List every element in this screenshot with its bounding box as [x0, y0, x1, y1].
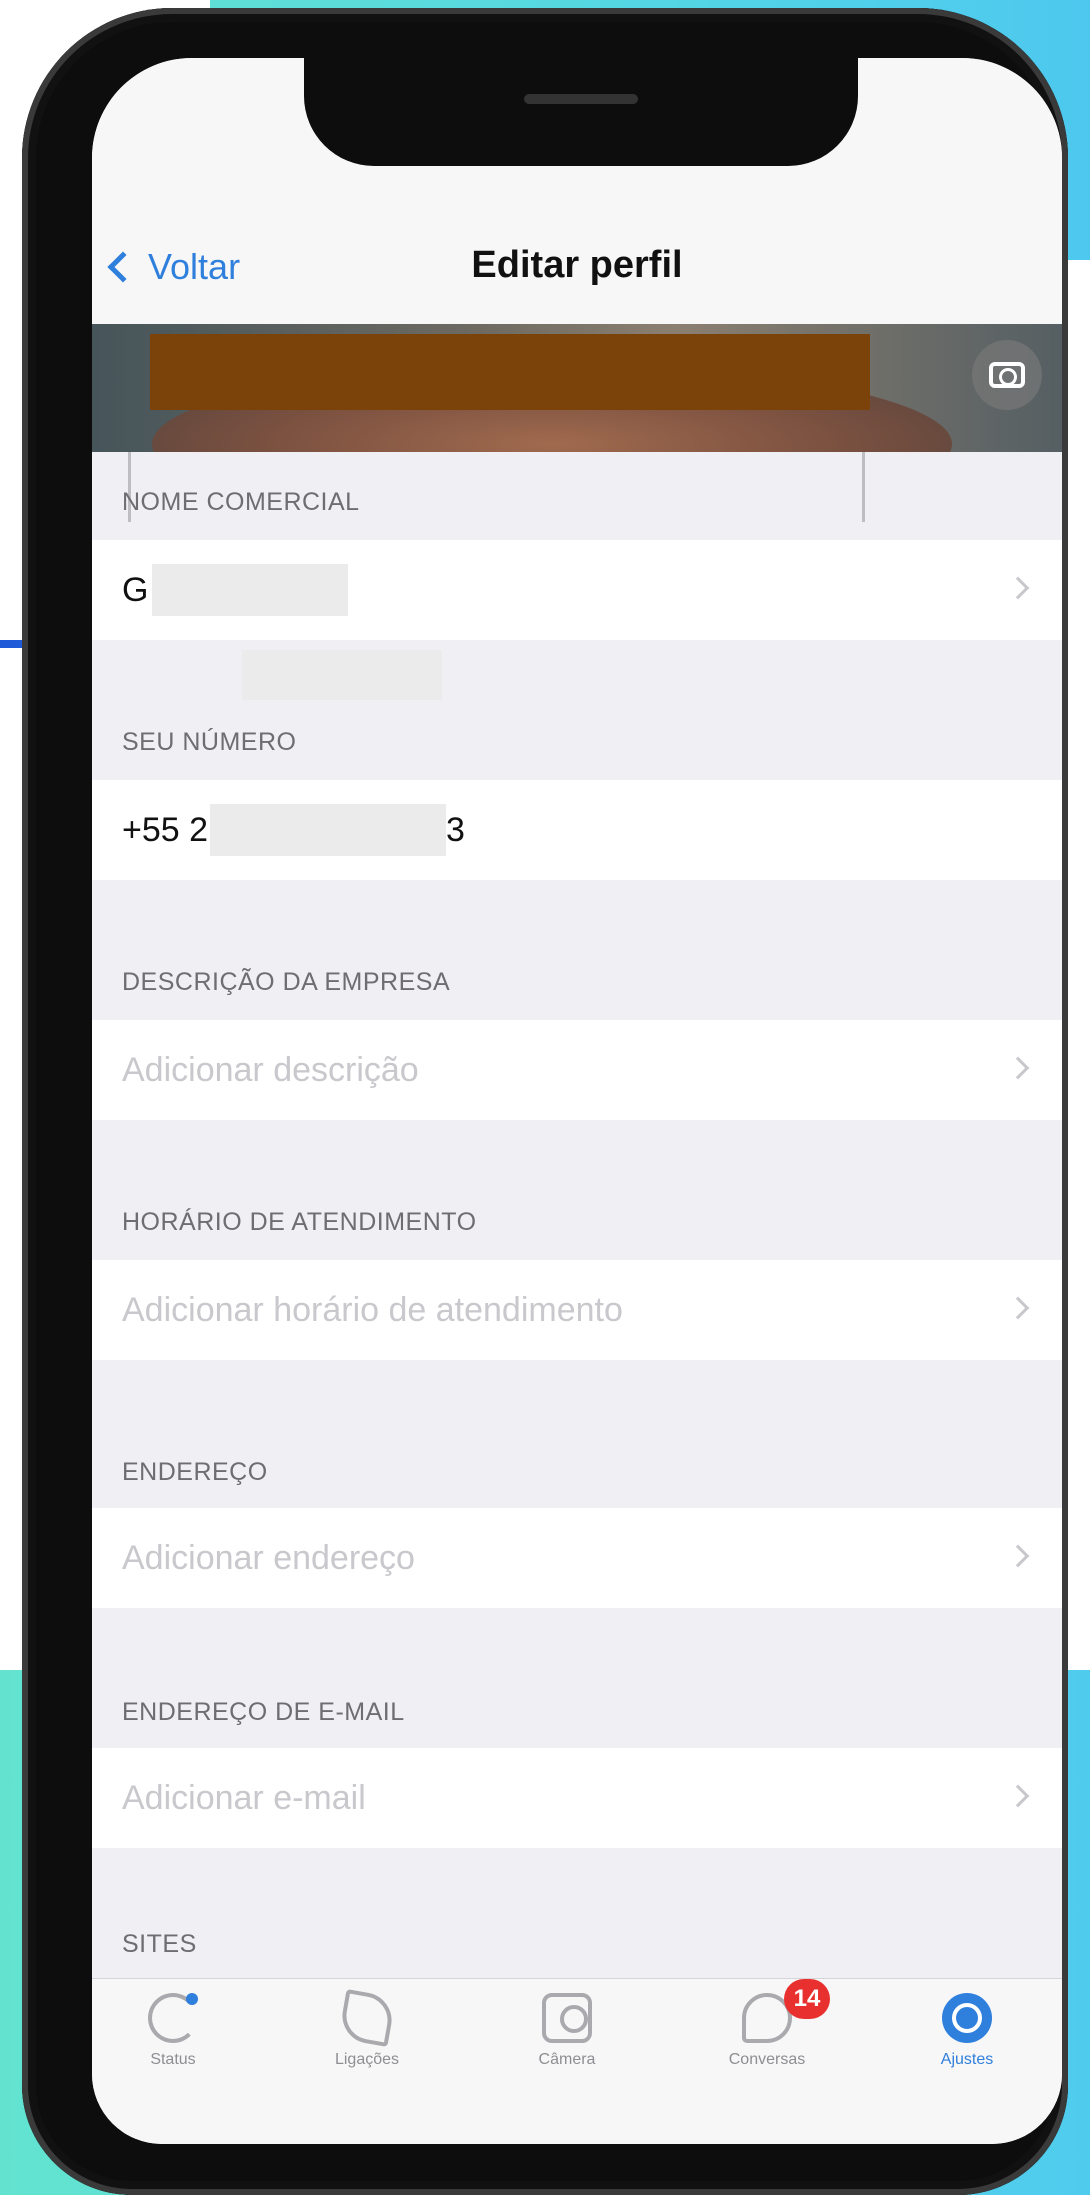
description-placeholder: Adicionar descrição: [122, 1050, 419, 1089]
tab-ajustes[interactable]: Ajustes: [892, 1993, 1042, 2069]
chevron-right-icon: [1006, 1296, 1030, 1320]
section-header-sites: SITES: [122, 1930, 197, 1958]
tab-status[interactable]: Status: [98, 1993, 248, 2069]
email-field[interactable]: Adicionar e-mail: [92, 1748, 1062, 1848]
section-header-descricao: DESCRIÇÃO DA EMPRESA: [122, 968, 451, 996]
tab-conversas[interactable]: 14 Conversas: [692, 1979, 842, 2069]
camera-icon: [542, 1993, 592, 2043]
navigation-bar: Voltar Editar perfil: [92, 168, 1062, 324]
section-header-email: ENDEREÇO DE E-MAIL: [122, 1698, 405, 1726]
chat-icon: 14: [742, 1979, 830, 2043]
tab-camera[interactable]: Câmera: [492, 1993, 642, 2069]
phone-number-suffix: 3: [446, 810, 465, 849]
chevron-right-icon: [1006, 1056, 1030, 1080]
tab-ligacoes[interactable]: Ligações: [292, 1989, 442, 2069]
speaker-grille: [524, 94, 638, 104]
redacted-text: [210, 804, 447, 856]
settings-icon: [942, 1993, 992, 2043]
phone-notch: [304, 58, 858, 166]
redacted-text: [242, 650, 442, 700]
chevron-right-icon: [1006, 1544, 1030, 1568]
chevron-right-icon: [1006, 1784, 1030, 1808]
redacted-text: [152, 564, 349, 616]
address-placeholder: Adicionar endereço: [122, 1538, 415, 1577]
section-header-nome-comercial: NOME COMERCIAL: [122, 488, 360, 516]
tab-label: Status: [150, 2051, 196, 2068]
tab-label: Ajustes: [940, 2051, 994, 2068]
business-name-value: G: [122, 570, 149, 609]
chevron-right-icon: [1006, 576, 1030, 600]
profile-cover-photo[interactable]: [92, 324, 1062, 452]
address-field[interactable]: Adicionar endereço: [92, 1508, 1062, 1608]
unread-badge: 14: [784, 1979, 830, 2019]
hours-field[interactable]: Adicionar horário de atendimento: [92, 1260, 1062, 1360]
tab-label: Ligações: [334, 2051, 400, 2068]
business-name-field[interactable]: G: [92, 540, 1062, 640]
phone-frame: Voltar Editar perfil NOME COMERCIAL G SE…: [22, 8, 1068, 2195]
page-title: Editar perfil: [471, 244, 683, 286]
tab-bar: Status Ligações Câmera 14 Conversas Ajus…: [92, 1978, 1062, 2144]
phone-number-prefix: +55 2: [122, 810, 209, 849]
section-header-seu-numero: SEU NÚMERO: [122, 728, 297, 756]
redaction-box: [150, 334, 870, 410]
description-field[interactable]: Adicionar descrição: [92, 1020, 1062, 1120]
status-icon: [148, 1993, 198, 2043]
phone-screen: Voltar Editar perfil NOME COMERCIAL G SE…: [92, 58, 1062, 2144]
hours-placeholder: Adicionar horário de atendimento: [122, 1290, 623, 1329]
tab-label: Conversas: [728, 2051, 806, 2068]
change-photo-button[interactable]: [972, 340, 1042, 410]
camera-icon: [989, 362, 1025, 388]
email-placeholder: Adicionar e-mail: [122, 1778, 366, 1817]
section-header-horario: HORÁRIO DE ATENDIMENTO: [122, 1208, 477, 1236]
phone-icon: [338, 1989, 396, 2047]
section-header-endereco: ENDEREÇO: [122, 1458, 268, 1486]
tab-label: Câmera: [538, 2051, 596, 2068]
phone-number-field: +55 2 3: [92, 780, 1062, 880]
